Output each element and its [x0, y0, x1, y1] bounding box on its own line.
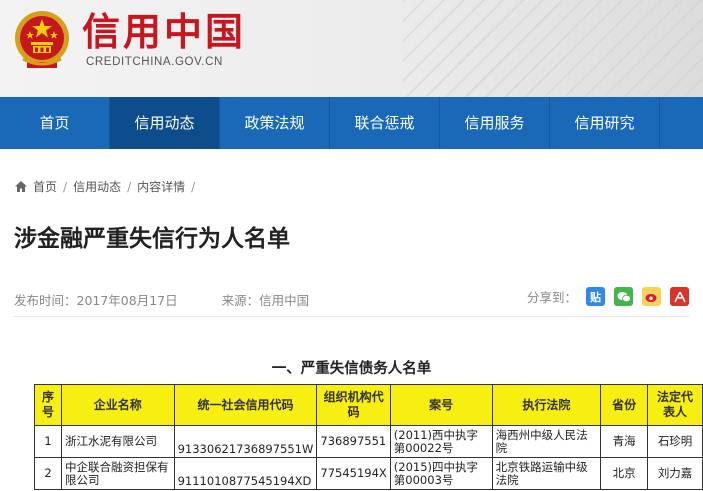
cell-credit-code: 91330621736897551W — [173, 425, 318, 458]
site-domain: CREDITCHINA.GOV.CN — [86, 56, 223, 68]
cell-case-no: (2015)四中执字第00003号 — [389, 457, 493, 490]
wechat-icon[interactable] — [614, 287, 633, 306]
breadcrumb-home[interactable]: 首页 — [33, 178, 57, 195]
nav-item-credit-news[interactable]: 信用动态 — [110, 97, 220, 149]
breadcrumb-credit-news[interactable]: 信用动态 — [73, 178, 121, 195]
main-nav: 首页 信用动态 政策法规 联合惩戒 信用服务 信用研究 — [0, 97, 703, 149]
home-icon[interactable] — [14, 180, 28, 193]
meta-divider — [14, 316, 689, 317]
cell-org-code: 736897551 — [316, 425, 391, 458]
breadcrumb-separator: / — [63, 179, 68, 194]
table-row: 1 浙江水泥有限公司 91330621736897551W 736897551 … — [34, 425, 703, 458]
header-index: 序号 — [34, 384, 62, 426]
article-source: 来源：信用中国 — [221, 293, 310, 308]
publish-time: 发布时间：2017年08月17日 — [14, 293, 178, 308]
header-org-code: 组织机构代码 — [316, 384, 391, 426]
cell-credit-code: 9111010877545194XD — [173, 457, 318, 490]
nav-item-home[interactable]: 首页 — [0, 97, 110, 149]
site-name[interactable]: 信用中国 — [82, 10, 246, 54]
cell-org-code: 77545194X — [316, 457, 391, 490]
site-header: 信用中国 CREDITCHINA.GOV.CN — [0, 0, 703, 97]
nav-item-credit-research[interactable]: 信用研究 — [550, 97, 660, 149]
weibo-icon[interactable] — [642, 287, 661, 306]
share-bar: 分享到： 贴 — [527, 287, 689, 306]
cell-legal-rep: 刘力嘉 — [647, 457, 703, 490]
breadcrumb: 首页 / 信用动态 / 内容详情 / — [14, 178, 201, 195]
section-title: 一、严重失信债务人名单 — [271, 361, 432, 377]
tieba-icon[interactable]: 贴 — [586, 287, 605, 306]
cell-court: 北京铁路运输中级法院 — [491, 457, 602, 490]
cell-index: 2 — [34, 457, 62, 490]
renren-icon[interactable] — [670, 287, 689, 306]
debtor-table: 序号 企业名称 统一社会信用代码 组织机构代码 案号 执行法院 省份 法定代表人… — [34, 384, 703, 490]
breadcrumb-current[interactable]: 内容详情 — [137, 178, 185, 195]
nav-item-joint-punishment[interactable]: 联合惩戒 — [330, 97, 440, 149]
nav-item-policy[interactable]: 政策法规 — [220, 97, 330, 149]
cell-province: 北京 — [600, 457, 649, 490]
article-meta: 发布时间：2017年08月17日 来源：信用中国 — [14, 290, 349, 309]
header-case-no: 案号 — [389, 384, 493, 426]
cell-province: 青海 — [600, 425, 649, 458]
header-legal-rep: 法定代表人 — [647, 384, 703, 426]
cell-company: 浙江水泥有限公司 — [60, 425, 175, 458]
header-province: 省份 — [600, 384, 649, 426]
table-row: 2 中企联合融资担保有限公司 9111010877545194XD 775451… — [34, 457, 703, 490]
header-company: 企业名称 — [60, 384, 175, 426]
header-court: 执行法院 — [491, 384, 602, 426]
national-emblem-icon[interactable] — [13, 9, 71, 71]
breadcrumb-separator: / — [191, 179, 196, 194]
header-decoration — [403, 0, 703, 97]
cell-index: 1 — [34, 425, 62, 458]
article-title: 涉金融严重失信行为人名单 — [14, 226, 290, 252]
cell-company: 中企联合融资担保有限公司 — [60, 457, 175, 490]
header-credit-code: 统一社会信用代码 — [173, 384, 318, 426]
cell-case-no: (2011)西中执字第00022号 — [389, 425, 493, 458]
cell-legal-rep: 石珍明 — [647, 425, 703, 458]
table-header-row: 序号 企业名称 统一社会信用代码 组织机构代码 案号 执行法院 省份 法定代表人 — [34, 384, 703, 426]
share-label: 分享到： — [526, 290, 577, 305]
cell-court: 海西州中级人民法院 — [491, 425, 602, 458]
breadcrumb-separator: / — [127, 179, 132, 194]
nav-item-credit-service[interactable]: 信用服务 — [440, 97, 550, 149]
